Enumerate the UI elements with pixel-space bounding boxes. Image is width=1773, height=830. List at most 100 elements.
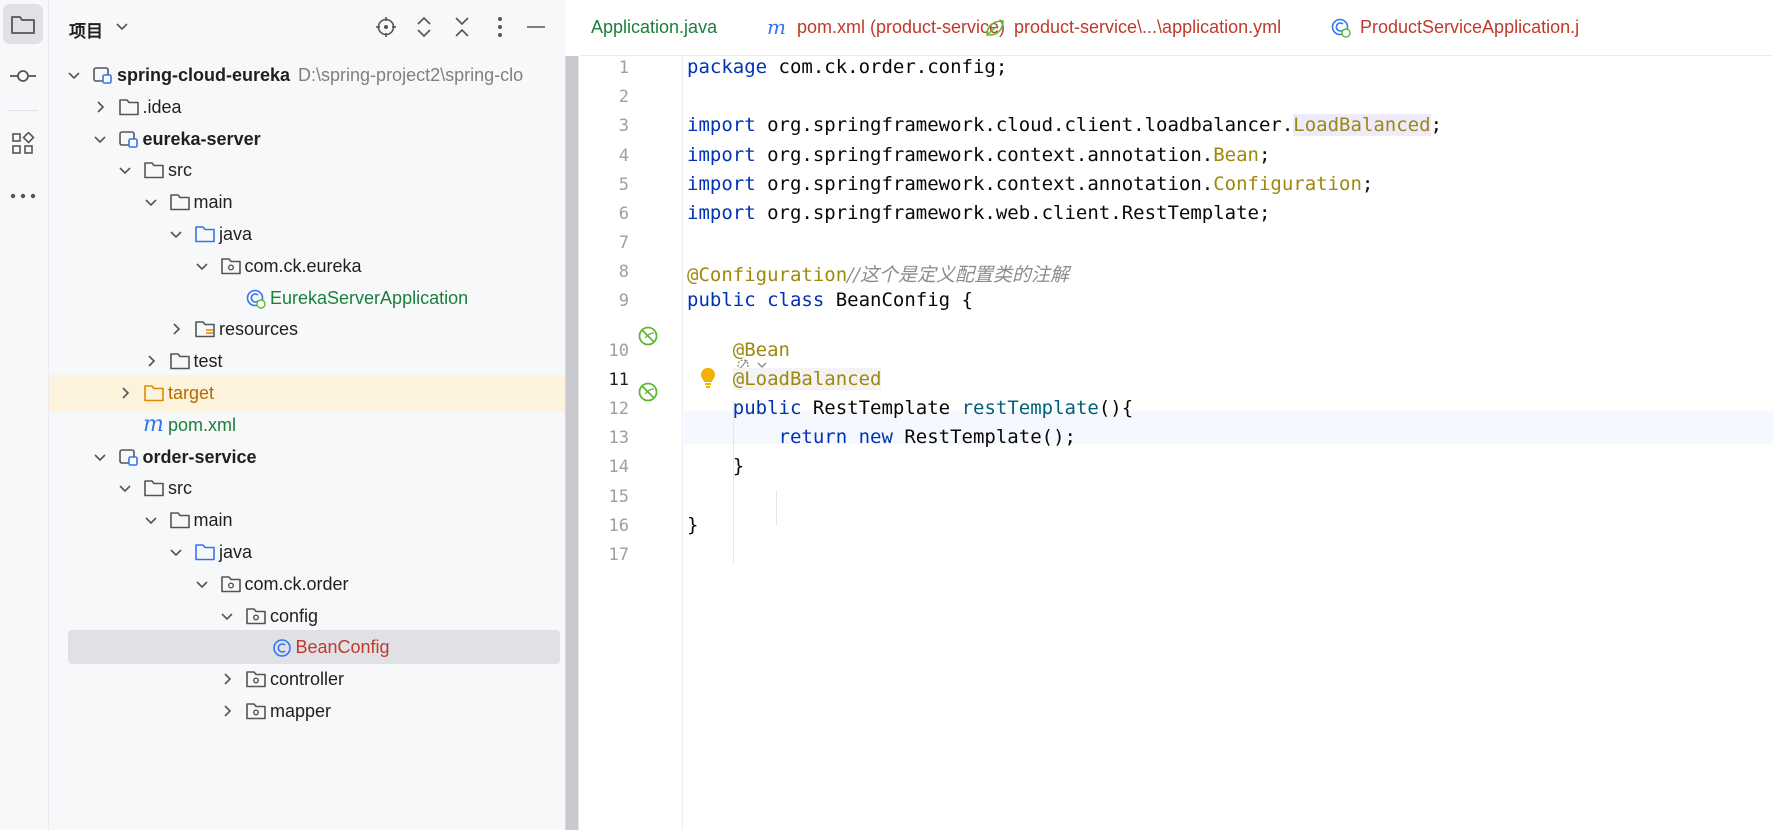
tree-item-label: java <box>219 542 252 563</box>
tree-item-order-service[interactable]: order-service <box>49 439 565 475</box>
chevron-down-icon[interactable] <box>195 259 209 273</box>
tree-item-resources[interactable]: resources <box>49 311 565 347</box>
tree-item-target[interactable]: target <box>49 375 565 411</box>
tree-item-eureka-server[interactable]: eureka-server <box>49 121 565 157</box>
label-text: BeanConfig <box>295 637 390 658</box>
chevron-down-icon[interactable] <box>169 545 183 559</box>
line-number[interactable]: 7 <box>579 233 629 253</box>
package-icon <box>245 669 267 689</box>
tree-item-label: eureka-server <box>143 129 261 150</box>
spring-bean-gutter-icon[interactable] <box>636 324 660 348</box>
source-folder-icon <box>194 542 216 562</box>
line-number[interactable]: 8 <box>579 262 629 282</box>
label-text: order-service <box>142 446 257 467</box>
tree-item-label: main <box>194 510 233 531</box>
tree-item-main[interactable]: main <box>49 184 565 220</box>
chevron-right-icon[interactable] <box>220 672 234 686</box>
line-number[interactable]: 13 <box>579 428 629 448</box>
more-icon[interactable] <box>3 176 43 216</box>
hide-icon[interactable] <box>524 15 548 39</box>
code-line-12: public RestTemplate restTemplate(){ <box>732 397 1134 419</box>
excluded-folder-icon <box>143 383 165 403</box>
code-editor[interactable]: package com.ck.order.config; import org.… <box>684 56 1773 830</box>
tree-item-test[interactable]: test <box>49 343 565 379</box>
chevron-down-icon[interactable] <box>93 132 107 146</box>
tree-item-java[interactable]: java <box>49 534 565 570</box>
project-title[interactable]: 项目 <box>69 17 103 42</box>
tree-item-spring-cloud-eureka[interactable]: spring-cloud-eureka D:\spring-project2\sp… <box>49 57 565 93</box>
tree-item-eurekaserverapplication[interactable]: EurekaServerApplication <box>49 280 565 316</box>
chevron-down-icon[interactable] <box>169 227 183 241</box>
line-number[interactable]: 14 <box>579 457 629 477</box>
tab-application-java[interactable]: Application.java <box>591 0 717 55</box>
chevron-down-icon[interactable] <box>195 577 209 591</box>
label-text: .idea <box>142 96 182 117</box>
tree-item-java[interactable]: java <box>49 216 565 252</box>
tree-item-controller[interactable]: controller <box>49 661 565 697</box>
locate-icon[interactable] <box>374 15 398 39</box>
label-text: pom.xml <box>168 414 237 435</box>
line-number[interactable]: 4 <box>579 146 629 166</box>
line-number[interactable]: 3 <box>579 116 629 136</box>
chevron-down-icon[interactable] <box>220 609 234 623</box>
chevron-down-icon[interactable] <box>115 20 129 34</box>
chevron-down-icon[interactable] <box>118 481 132 495</box>
chevron-right-icon[interactable] <box>118 386 132 400</box>
tree-item-com-ck-order[interactable]: com.ck.order <box>49 566 565 602</box>
tab-product-service-application[interactable]: ProductServiceApplication.j <box>1330 0 1579 55</box>
options-icon[interactable] <box>488 15 512 39</box>
collapse-all-icon[interactable] <box>450 15 474 39</box>
chevron-down-icon[interactable] <box>118 163 132 177</box>
tree-item-src[interactable]: src <box>49 152 565 188</box>
line-number[interactable]: 5 <box>579 175 629 195</box>
chevron-right-icon[interactable] <box>220 704 234 718</box>
chevron-down-icon[interactable] <box>144 195 158 209</box>
tree-item-pom-xml[interactable]: m pom.xml <box>49 407 565 443</box>
tree-item-label: spring-cloud-eureka D:\spring-project2\sp… <box>117 65 523 86</box>
tab-application-yml[interactable]: product-service\...\application.yml <box>984 0 1281 55</box>
tab-pom-xml[interactable]: m pom.xml (product-service) <box>767 0 1005 55</box>
line-number[interactable]: 15 <box>579 487 629 507</box>
tree-scrollbar[interactable] <box>566 56 578 830</box>
editor-gutter[interactable]: 1 2 3 4 5 6 7 8 9 10 11 12 13 14 15 16 17 <box>579 56 683 830</box>
tree-item-mapper[interactable]: mapper <box>49 693 565 729</box>
chevron-down-icon[interactable] <box>93 450 107 464</box>
tree-item-label: src <box>168 160 192 181</box>
structure-icon[interactable] <box>3 124 43 164</box>
spring-bean-gutter-icon[interactable] <box>636 380 660 404</box>
line-number[interactable]: 10 <box>579 341 629 361</box>
tree-item-idea[interactable]: .idea <box>49 89 565 125</box>
expand-all-icon[interactable] <box>412 15 436 39</box>
chevron-down-icon[interactable] <box>67 68 81 82</box>
chevron-down-icon[interactable] <box>144 513 158 527</box>
line-number[interactable]: 1 <box>579 58 629 78</box>
folder-icon <box>169 510 191 530</box>
label-text: spring-cloud-eureka <box>117 65 291 85</box>
project-folder-icon[interactable] <box>3 4 43 44</box>
tree-item-config[interactable]: config <box>49 598 565 634</box>
svg-text:m: m <box>767 19 786 37</box>
chevron-right-icon[interactable] <box>93 100 107 114</box>
tree-item-main[interactable]: main <box>49 502 565 538</box>
line-number[interactable]: 6 <box>579 204 629 224</box>
code-line-14: } <box>732 455 745 477</box>
chevron-right-icon[interactable] <box>169 322 183 336</box>
tree-item-src[interactable]: src <box>49 470 565 506</box>
code-line-4: import org.springframework.context.annot… <box>687 144 1271 166</box>
line-number[interactable]: 2 <box>579 87 629 107</box>
line-number[interactable]: 12 <box>579 399 629 419</box>
project-tool-window: 项目 spring-cloud-eureka D:\spring-project2… <box>49 0 565 830</box>
line-number[interactable]: 9 <box>579 291 629 311</box>
line-number[interactable]: 16 <box>579 516 629 536</box>
tree-item-com-ck-eureka[interactable]: com.ck.eureka <box>49 248 565 284</box>
tool-window-strip <box>0 0 49 830</box>
label-text: main <box>193 192 233 213</box>
indent-guide <box>776 490 777 526</box>
chevron-right-icon[interactable] <box>144 354 158 368</box>
folder-icon <box>143 160 165 180</box>
commit-icon[interactable] <box>3 56 43 96</box>
line-number[interactable]: 11 <box>579 370 629 390</box>
tree-item-beanconfig[interactable]: BeanConfig <box>49 629 565 665</box>
label-text: eureka-server <box>142 128 261 149</box>
line-number[interactable]: 17 <box>579 545 629 565</box>
